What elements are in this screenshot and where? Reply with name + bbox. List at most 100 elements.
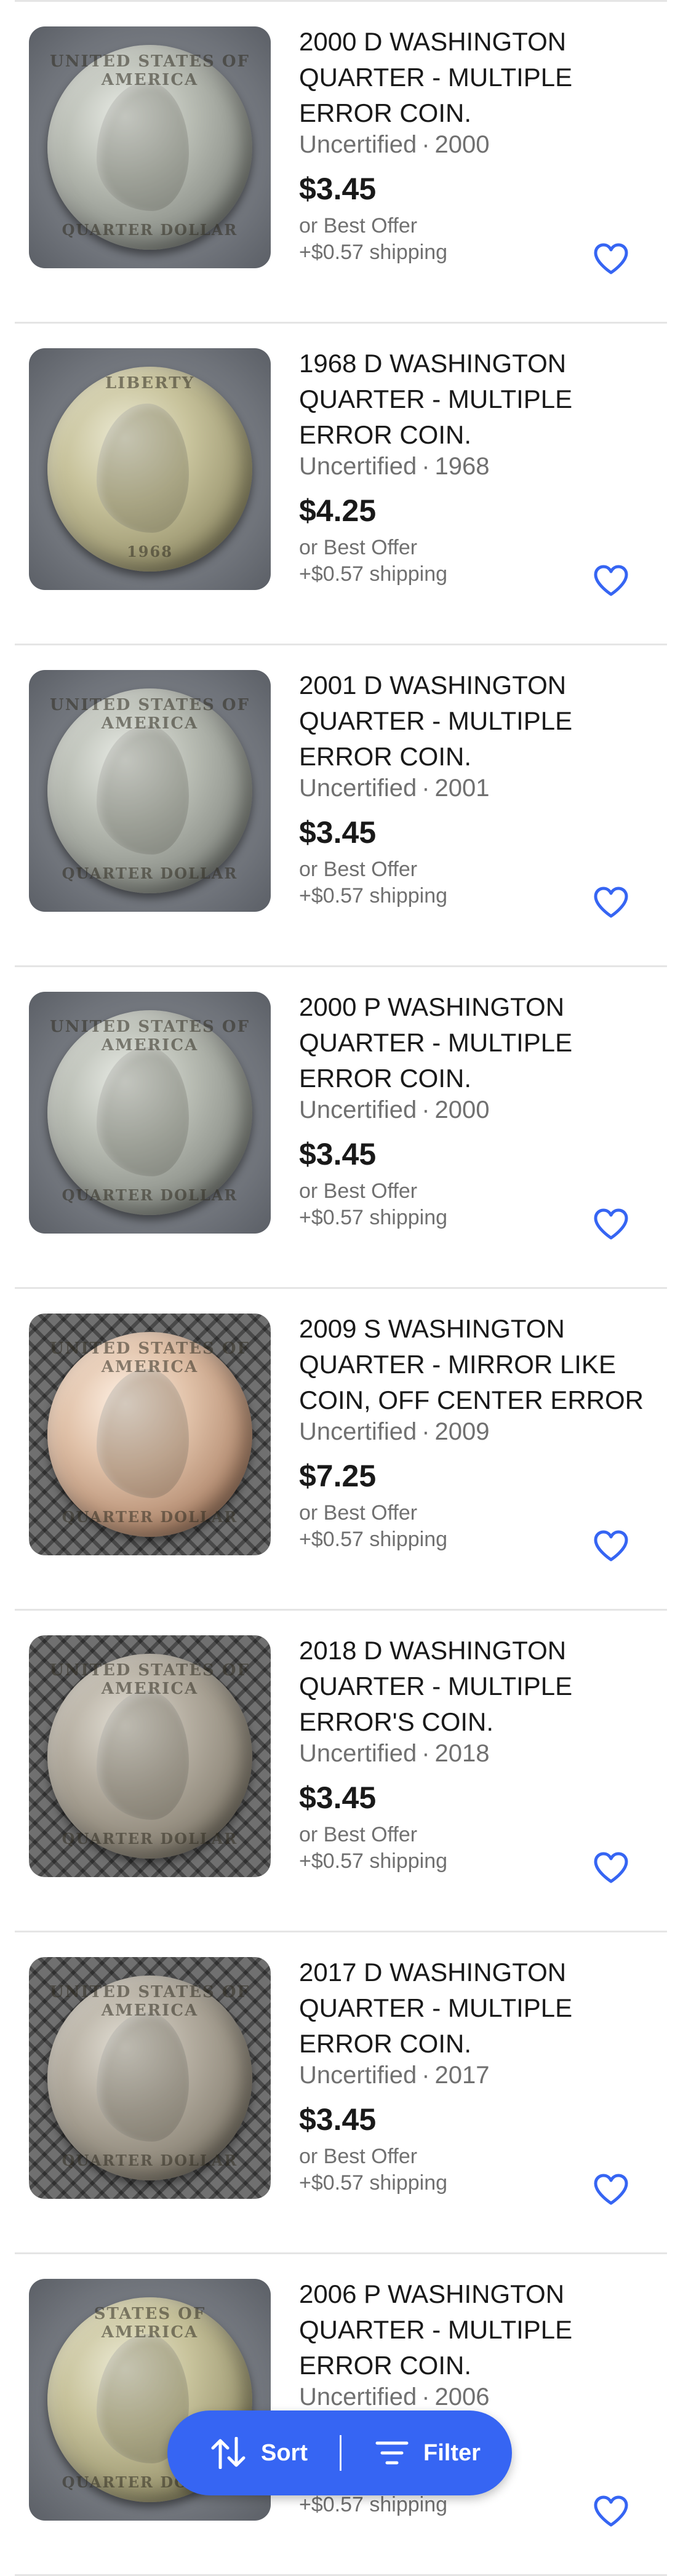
year-text: 2017	[434, 2062, 490, 2089]
condition-text: Uncertified	[299, 2383, 417, 2411]
best-offer-text: or Best Offer	[299, 858, 418, 881]
separator-dot: ·	[421, 1418, 430, 1445]
listing-title[interactable]: 2017 D WASHINGTON QUARTER - MULTIPLE ERR…	[299, 1955, 668, 2062]
condition-text: Uncertified	[299, 453, 417, 480]
listing-price: $3.45	[299, 172, 377, 206]
heart-icon[interactable]	[593, 1530, 629, 1562]
sort-filter-bar: Sort Filter	[167, 2411, 512, 2495]
listing-item[interactable]: UNITED STATES OF AMERICA QUARTER DOLLAR …	[15, 2, 667, 324]
listing-image[interactable]: UNITED STATES OF AMERICA QUARTER DOLLAR	[29, 1635, 271, 1877]
coin-denomination-lettering: QUARTER DOLLAR	[62, 221, 238, 239]
coin-image: LIBERTY 1968	[47, 367, 252, 572]
listing-image[interactable]: UNITED STATES OF AMERICA QUARTER DOLLAR	[29, 670, 271, 912]
heart-icon[interactable]	[593, 1852, 629, 1884]
listing-subtitle: Uncertified · 2006	[299, 2383, 490, 2411]
best-offer-text: or Best Offer	[299, 1501, 418, 1525]
listing-title[interactable]: 2018 D WASHINGTON QUARTER - MULTIPLE ERR…	[299, 1633, 668, 1740]
listing-image[interactable]: UNITED STATES OF AMERICA QUARTER DOLLAR	[29, 1957, 271, 2199]
listing-title[interactable]: 1968 D WASHINGTON QUARTER - MULTIPLE ERR…	[299, 346, 668, 453]
filter-button[interactable]: Filter	[375, 2411, 481, 2495]
coin-rim-lettering: UNITED STATES OF AMERICA	[50, 1339, 250, 1376]
listing-subtitle: Uncertified · 2017	[299, 2062, 490, 2089]
listing-price: $4.25	[299, 493, 377, 528]
listing-item[interactable]: LIBERTY 1968 1968 D WASHINGTON QUARTER -…	[15, 324, 667, 645]
year-text: 2000	[434, 131, 490, 158]
coin-denomination-lettering: QUARTER DOLLAR	[62, 1508, 238, 1526]
listing-price: $3.45	[299, 1780, 377, 1815]
coin-rim-lettering: UNITED STATES OF AMERICA	[50, 1661, 250, 1698]
filter-lines-icon	[375, 2441, 409, 2465]
year-text: 2006	[434, 2383, 490, 2411]
listing-image[interactable]: UNITED STATES OF AMERICA QUARTER DOLLAR	[29, 26, 271, 268]
condition-text: Uncertified	[299, 1740, 417, 1767]
listing-subtitle: Uncertified · 2018	[299, 1740, 490, 1768]
portrait-relief	[97, 1047, 189, 1176]
heart-icon[interactable]	[593, 887, 629, 919]
listing-price: $3.45	[299, 815, 377, 850]
year-text: 2000	[434, 1096, 490, 1123]
year-text: 2018	[434, 1740, 490, 1767]
listing-item[interactable]: UNITED STATES OF AMERICA QUARTER DOLLAR …	[15, 967, 667, 1289]
separator-dot: ·	[421, 2062, 430, 2089]
listing-price: $3.45	[299, 2102, 377, 2137]
listing-title[interactable]: 2000 D WASHINGTON QUARTER - MULTIPLE ERR…	[299, 24, 668, 131]
listing-item[interactable]: UNITED STATES OF AMERICA QUARTER DOLLAR …	[15, 1289, 667, 1611]
listing-item[interactable]: UNITED STATES OF AMERICA QUARTER DOLLAR …	[15, 1611, 667, 1932]
listing-title[interactable]: 2000 P WASHINGTON QUARTER - MULTIPLE ERR…	[299, 989, 668, 1096]
listing-title[interactable]: 2009 S WASHINGTON QUARTER - MIRROR LIKE …	[299, 1311, 668, 1418]
portrait-relief	[97, 404, 189, 533]
coin-denomination-lettering: QUARTER DOLLAR	[62, 864, 238, 882]
listing-subtitle: Uncertified · 2009	[299, 1418, 490, 1446]
condition-text: Uncertified	[299, 1418, 417, 1445]
listing-title[interactable]: 2001 D WASHINGTON QUARTER - MULTIPLE ERR…	[299, 668, 668, 775]
toolbar-divider	[340, 2435, 341, 2471]
listing-subtitle: Uncertified · 2000	[299, 131, 490, 159]
heart-icon[interactable]	[593, 2174, 629, 2206]
separator-dot: ·	[421, 1096, 430, 1123]
listing-image[interactable]: UNITED STATES OF AMERICA QUARTER DOLLAR	[29, 992, 271, 1234]
separator-dot: ·	[421, 775, 430, 802]
coin-image: UNITED STATES OF AMERICA QUARTER DOLLAR	[47, 1654, 252, 1859]
coin-rim-lettering: LIBERTY	[105, 374, 195, 393]
portrait-relief	[97, 1691, 189, 1820]
separator-dot: ·	[421, 453, 430, 480]
condition-text: Uncertified	[299, 2062, 417, 2089]
listing-price: $3.45	[299, 1137, 377, 1171]
portrait-relief	[97, 2012, 189, 2142]
separator-dot: ·	[421, 2383, 430, 2411]
portrait-relief	[97, 725, 189, 855]
best-offer-text: or Best Offer	[299, 2145, 418, 2168]
coin-rim-lettering: STATES OF AMERICA	[94, 2305, 206, 2342]
shipping-text: +$0.57 shipping	[299, 1206, 448, 1229]
listing-image[interactable]: LIBERTY 1968	[29, 348, 271, 590]
sort-arrows-icon	[211, 2437, 246, 2469]
year-text: 1968	[434, 453, 490, 480]
shipping-text: +$0.57 shipping	[299, 2493, 448, 2516]
listing-price: $7.25	[299, 1459, 377, 1493]
coin-rim-lettering: UNITED STATES OF AMERICA	[50, 52, 250, 89]
heart-icon[interactable]	[593, 243, 629, 275]
heart-icon[interactable]	[593, 2495, 629, 2527]
listing-item[interactable]: UNITED STATES OF AMERICA QUARTER DOLLAR …	[15, 1932, 667, 2254]
listing-title[interactable]: 2006 P WASHINGTON QUARTER - MULTIPLE ERR…	[299, 2276, 668, 2383]
listing-subtitle: Uncertified · 2000	[299, 1096, 490, 1124]
portrait-relief	[97, 1369, 189, 1498]
best-offer-text: or Best Offer	[299, 1179, 418, 1203]
coin-denomination-lettering: QUARTER DOLLAR	[62, 2151, 238, 2169]
sort-label: Sort	[261, 2439, 308, 2466]
coin-denomination-lettering: QUARTER DOLLAR	[62, 1830, 238, 1848]
coin-denomination-lettering: QUARTER DOLLAR	[62, 1186, 238, 1204]
listing-item[interactable]: UNITED STATES OF AMERICA QUARTER DOLLAR …	[15, 645, 667, 967]
coin-image: UNITED STATES OF AMERICA QUARTER DOLLAR	[47, 45, 252, 250]
year-text: 2001	[434, 775, 490, 802]
coin-image: UNITED STATES OF AMERICA QUARTER DOLLAR	[47, 1976, 252, 2180]
listing-subtitle: Uncertified · 2001	[299, 775, 490, 802]
sort-button[interactable]: Sort	[210, 2411, 308, 2495]
separator-dot: ·	[421, 1740, 430, 1767]
heart-icon[interactable]	[593, 565, 629, 597]
coin-image: UNITED STATES OF AMERICA QUARTER DOLLAR	[47, 688, 252, 893]
condition-text: Uncertified	[299, 131, 417, 158]
listing-image[interactable]: UNITED STATES OF AMERICA QUARTER DOLLAR	[29, 1314, 271, 1555]
heart-icon[interactable]	[593, 1208, 629, 1240]
portrait-relief	[97, 82, 189, 211]
